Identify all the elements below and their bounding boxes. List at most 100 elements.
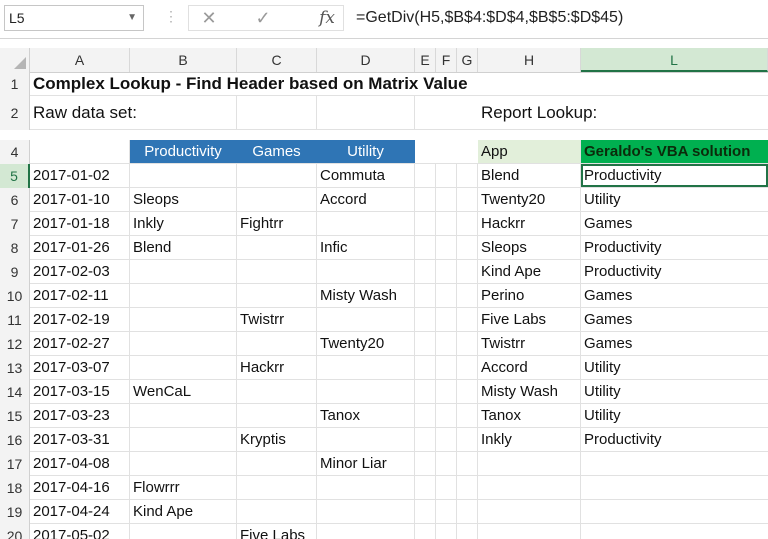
row-header[interactable]: 16 xyxy=(0,428,30,452)
cell[interactable] xyxy=(436,284,457,307)
cell-app[interactable] xyxy=(478,500,581,523)
column-header-c[interactable]: C xyxy=(237,48,317,72)
cell-games[interactable] xyxy=(237,452,317,475)
cell-app[interactable]: Blend xyxy=(478,164,581,187)
cell-productivity[interactable] xyxy=(130,428,237,451)
cell-app[interactable]: Sleops xyxy=(478,236,581,259)
cell[interactable] xyxy=(415,164,436,187)
cell-utility[interactable] xyxy=(317,308,415,331)
name-box[interactable]: L5 ▼ xyxy=(4,5,144,31)
cell-vba-result[interactable]: Games xyxy=(581,308,768,331)
row-header[interactable]: 17 xyxy=(0,452,30,476)
raw-data-label[interactable]: Raw data set: xyxy=(30,96,237,129)
column-header-g[interactable]: G xyxy=(457,48,478,72)
cell-vba-result[interactable]: Utility xyxy=(581,356,768,379)
cell-productivity[interactable]: Flowrrr xyxy=(130,476,237,499)
report-lookup-label[interactable]: Report Lookup: xyxy=(478,96,768,129)
cell-date[interactable]: 2017-02-11 xyxy=(30,284,130,307)
cell[interactable] xyxy=(317,96,415,129)
cell-app[interactable]: Kind Ape xyxy=(478,260,581,283)
cell[interactable] xyxy=(457,260,478,283)
row-header[interactable]: 14 xyxy=(0,380,30,404)
header-productivity[interactable]: Productivity xyxy=(130,140,237,163)
cell-vba-result[interactable]: Productivity xyxy=(581,428,768,451)
cell-games[interactable]: Five Labs xyxy=(237,524,317,539)
cell-games[interactable] xyxy=(237,236,317,259)
column-header-l[interactable]: L xyxy=(581,48,768,72)
row-header[interactable]: 2 xyxy=(0,96,30,130)
cell-app[interactable]: Twenty20 xyxy=(478,188,581,211)
cell-utility[interactable]: Twenty20 xyxy=(317,332,415,355)
row-header[interactable]: 19 xyxy=(0,500,30,524)
cell-productivity[interactable] xyxy=(130,404,237,427)
formula-input[interactable]: =GetDiv(H5,$B$4:$D$4,$B$5:$D$45) xyxy=(352,5,768,31)
row-header[interactable]: 12 xyxy=(0,332,30,356)
cell-app[interactable]: Accord xyxy=(478,356,581,379)
cell[interactable] xyxy=(415,284,436,307)
cell-vba-result[interactable]: Games xyxy=(581,284,768,307)
cell-app[interactable] xyxy=(478,452,581,475)
column-header-e[interactable]: E xyxy=(415,48,436,72)
cell-date[interactable]: 2017-01-26 xyxy=(30,236,130,259)
cell-date[interactable]: 2017-04-16 xyxy=(30,476,130,499)
cell[interactable] xyxy=(457,284,478,307)
cell-utility[interactable] xyxy=(317,500,415,523)
row-header[interactable]: 10 xyxy=(0,284,30,308)
cell-date[interactable]: 2017-03-15 xyxy=(30,380,130,403)
cell[interactable] xyxy=(30,140,130,163)
row-header[interactable]: 18 xyxy=(0,476,30,500)
row-header[interactable]: 5 xyxy=(0,164,30,188)
cell[interactable] xyxy=(436,428,457,451)
cell-vba-result[interactable]: Productivity xyxy=(581,260,768,283)
cell-productivity[interactable]: Blend xyxy=(130,236,237,259)
cell-games[interactable]: Twistrr xyxy=(237,308,317,331)
cell[interactable] xyxy=(457,428,478,451)
cell[interactable] xyxy=(436,356,457,379)
select-all-button[interactable] xyxy=(0,48,30,72)
cell[interactable] xyxy=(436,308,457,331)
cell-utility[interactable]: Misty Wash xyxy=(317,284,415,307)
row-header[interactable]: 15 xyxy=(0,404,30,428)
cell-games[interactable]: Kryptis xyxy=(237,428,317,451)
row-header[interactable]: 4 xyxy=(0,140,30,164)
column-header-d[interactable]: D xyxy=(317,48,415,72)
cell-date[interactable]: 2017-01-02 xyxy=(30,164,130,187)
cell[interactable] xyxy=(436,404,457,427)
cell-app[interactable]: Tanox xyxy=(478,404,581,427)
cell-games[interactable] xyxy=(237,380,317,403)
cell[interactable] xyxy=(415,332,436,355)
cell[interactable] xyxy=(436,332,457,355)
cell-utility[interactable] xyxy=(317,260,415,283)
cell[interactable] xyxy=(436,236,457,259)
cell[interactable] xyxy=(457,212,478,235)
cell-date[interactable]: 2017-05-02 xyxy=(30,524,130,539)
cell-date[interactable]: 2017-04-24 xyxy=(30,500,130,523)
cell-vba-result[interactable]: Productivity xyxy=(581,236,768,259)
cell-vba-result[interactable]: Games xyxy=(581,212,768,235)
cell[interactable] xyxy=(436,500,457,523)
cell-productivity[interactable]: WenCaL xyxy=(130,380,237,403)
cell[interactable] xyxy=(457,164,478,187)
cell[interactable] xyxy=(415,404,436,427)
cell[interactable] xyxy=(415,188,436,211)
cell-productivity[interactable] xyxy=(130,356,237,379)
cell[interactable] xyxy=(436,212,457,235)
cell[interactable] xyxy=(415,500,436,523)
cell-vba-result[interactable]: Games xyxy=(581,332,768,355)
cell-app[interactable]: Perino xyxy=(478,284,581,307)
cell-utility[interactable] xyxy=(317,356,415,379)
cell[interactable] xyxy=(436,524,457,539)
cell[interactable] xyxy=(415,452,436,475)
cell-app[interactable]: Five Labs xyxy=(478,308,581,331)
cell-productivity[interactable]: Inkly xyxy=(130,212,237,235)
cell-date[interactable]: 2017-01-10 xyxy=(30,188,130,211)
cell[interactable] xyxy=(415,308,436,331)
column-header-f[interactable]: F xyxy=(436,48,457,72)
cell-utility[interactable]: Infic xyxy=(317,236,415,259)
row-header[interactable]: 9 xyxy=(0,260,30,284)
cell-productivity[interactable] xyxy=(130,524,237,539)
cell-app[interactable] xyxy=(478,524,581,539)
cell[interactable] xyxy=(436,380,457,403)
cell[interactable] xyxy=(415,236,436,259)
cell-date[interactable]: 2017-01-18 xyxy=(30,212,130,235)
